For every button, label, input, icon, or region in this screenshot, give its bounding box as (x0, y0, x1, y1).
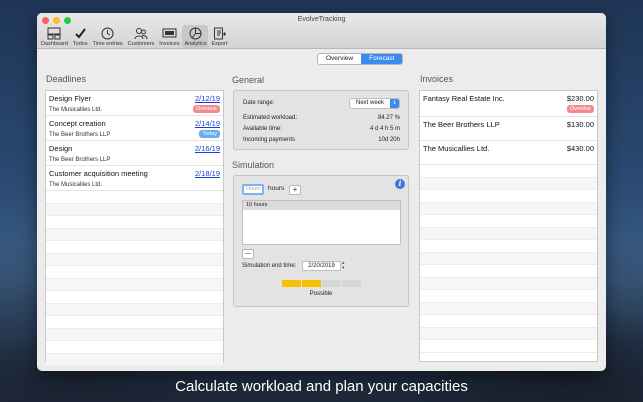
people-icon (134, 26, 148, 40)
stat-label: Available time: (243, 126, 282, 132)
stat-label: Estimated workload: (243, 115, 298, 121)
window-title: EvolveTracking (297, 16, 346, 23)
deadline-date-link[interactable]: 2/18/19 (195, 169, 220, 178)
toolbar-invoices[interactable]: Invoices (157, 25, 181, 48)
simulation-title: Simulation (232, 160, 275, 170)
capacity-segment (302, 280, 321, 287)
dashboard-icon (47, 26, 61, 40)
list-item[interactable]: Design Flyer 2/12/19 The Musicallies Ltd… (46, 91, 223, 116)
workload-row: Estimated workload: 84.27 % (243, 115, 400, 121)
remove-hours-button[interactable]: — (242, 249, 254, 259)
toolbar-todos[interactable]: Todos (71, 25, 90, 48)
capacity-segment (342, 280, 361, 287)
invoice-icon (162, 26, 177, 40)
date-range-value: Next week (356, 100, 385, 106)
status-badge: Overdue (192, 105, 220, 113)
deadline-client: The Musicallies Ltd. (49, 107, 103, 113)
empty-rows (46, 191, 223, 366)
list-item[interactable]: Concept creation 2/14/19 The Beer Brothe… (46, 116, 223, 141)
list-item[interactable]: The Musicallies Ltd. $430.00 (420, 141, 597, 165)
titlebar: EvolveTracking Dashboard Todos Time entr… (37, 13, 606, 49)
date-range-label: Date range: (243, 100, 275, 106)
deadline-client: The Musicallies Ltd. (49, 182, 103, 188)
capacity-status: Possible (309, 291, 333, 297)
toolbar-analytics[interactable]: Analytics (182, 25, 209, 48)
add-hours-button[interactable]: + (289, 185, 301, 195)
stat-value: 10d 20h (378, 137, 400, 143)
available-time-row: Available time: 4 d 4 h 5 m (243, 126, 400, 132)
toolbar-label: Export (211, 41, 228, 47)
stat-label: Incoming payments (243, 137, 296, 143)
toolbar-label: Invoices (159, 41, 180, 47)
capacity-segment (282, 280, 301, 287)
toolbar-time-entries[interactable]: Time entries (91, 25, 125, 48)
invoices-list[interactable]: Fantasy Real Estate Inc. $230.00 Overdue… (419, 90, 598, 362)
invoice-amount: $130.00 (566, 120, 594, 129)
hours-list[interactable]: 10 hours (242, 200, 401, 245)
marketing-caption: Calculate workload and plan your capacit… (175, 378, 468, 395)
simulation-box: i Hours hours + 10 hours — Simulation en… (233, 175, 409, 307)
toolbar-label: Customers (127, 41, 155, 47)
status-badge: Today (199, 130, 220, 138)
deadline-name: Concept creation (49, 119, 106, 128)
deadline-name: Design Flyer (49, 94, 92, 103)
invoice-client: The Beer Brothers LLP (423, 120, 500, 129)
invoice-amount: $230.00 (566, 94, 594, 103)
end-time-label: Simulation end time: (242, 263, 297, 269)
deadline-name: Customer acquisition meeting (49, 169, 148, 178)
hours-input[interactable]: Hours (242, 184, 264, 195)
general-box: Date range: Next week ⇕ Estimated worklo… (233, 90, 409, 150)
toolbar-export[interactable]: Export (209, 25, 229, 48)
deadlines-title: Deadlines (46, 74, 87, 84)
capacity-segment (322, 280, 341, 287)
empty-rows (420, 165, 597, 353)
toolbar-customers[interactable]: Customers (126, 25, 157, 48)
deadline-date-link[interactable]: 2/12/19 (195, 94, 220, 103)
deadline-client: The Beer Brothers LLP (49, 157, 111, 163)
deadline-name: Design (49, 144, 73, 153)
incoming-payments-row: Incoming payments 10d 20h (243, 137, 400, 143)
hours-label: hours (268, 185, 285, 192)
invoice-client: Fantasy Real Estate Inc. (423, 94, 505, 103)
toolbar-dashboard[interactable]: Dashboard (39, 25, 70, 48)
toolbar-label: Todos (72, 41, 88, 47)
analytics-icon (189, 26, 202, 40)
deadline-date-link[interactable]: 2/14/19 (195, 119, 220, 128)
invoice-client: The Musicallies Ltd. (423, 144, 490, 153)
tab-forecast[interactable]: Forecast (361, 54, 403, 64)
list-item[interactable]: Design 2/16/19 The Beer Brothers LLP (46, 141, 223, 166)
end-time-field[interactable]: 2/20/2019 (302, 261, 341, 271)
toolbar-label: Time entries (92, 41, 123, 47)
list-item[interactable]: Fantasy Real Estate Inc. $230.00 Overdue (420, 91, 597, 117)
stat-value: 84.27 % (377, 115, 400, 121)
general-title: General (232, 75, 265, 85)
export-icon (213, 26, 226, 40)
status-badge: Overdue (566, 105, 594, 113)
view-switch: Overview Forecast (317, 53, 404, 65)
checkmark-icon (74, 26, 87, 40)
deadline-date-link[interactable]: 2/16/19 (195, 144, 220, 153)
info-icon[interactable]: i (395, 179, 405, 189)
chevron-updown-icon: ⇕ (390, 99, 399, 108)
capacity-bar (282, 280, 361, 287)
tab-overview[interactable]: Overview (318, 54, 361, 64)
list-item[interactable]: The Beer Brothers LLP $130.00 (420, 117, 597, 141)
stat-value: 4 d 4 h 5 m (369, 126, 400, 132)
deadlines-list[interactable]: Design Flyer 2/12/19 The Musicallies Ltd… (45, 90, 224, 366)
invoice-amount: $430.00 (566, 144, 594, 153)
date-stepper[interactable]: ▴ ▾ (342, 261, 345, 271)
invoices-title: Invoices (420, 74, 454, 84)
app-window: EvolveTracking Dashboard Todos Time entr… (37, 13, 606, 371)
deadline-client: The Beer Brothers LLP (49, 132, 111, 138)
list-item[interactable]: Customer acquisition meeting 2/18/19 The… (46, 166, 223, 191)
toolbar-label: Dashboard (41, 41, 68, 47)
clock-icon (101, 26, 114, 40)
date-range-row: Date range: (243, 100, 338, 106)
toolbar-label: Analytics (184, 41, 207, 47)
date-range-select[interactable]: Next week ⇕ (349, 98, 400, 109)
list-item[interactable]: 10 hours (243, 201, 400, 210)
toolbar: Dashboard Todos Time entries Customers I… (39, 25, 229, 48)
